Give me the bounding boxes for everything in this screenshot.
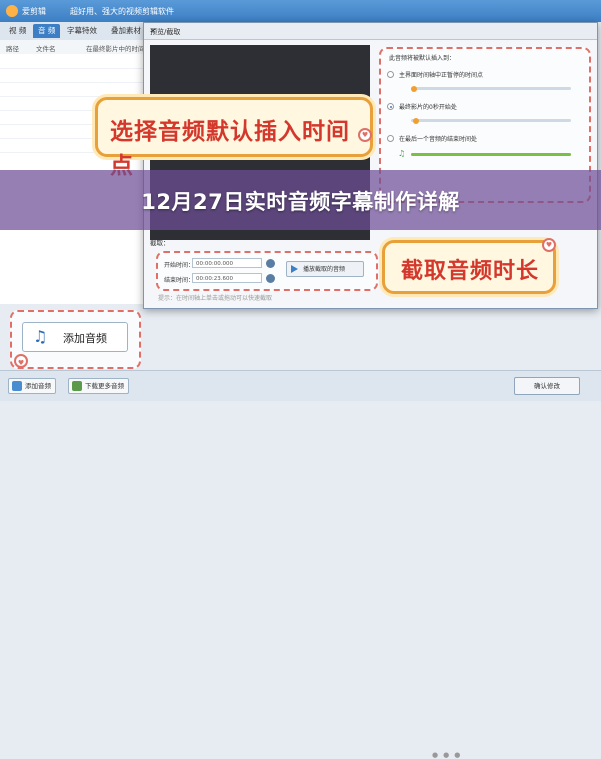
option-after-last: 在最后一个音频的结束时间处 bbox=[399, 136, 478, 143]
tab-bar: 视 频 音 频 字幕特效 叠加素材 bbox=[0, 22, 150, 41]
clip-hint: 提示：在时间轴上单击或拖动可以快速截取 bbox=[158, 295, 273, 302]
tab-overlay[interactable]: 叠加素材 bbox=[106, 24, 146, 38]
app-name: 爱剪辑 bbox=[22, 7, 46, 16]
after-last-slider[interactable] bbox=[411, 153, 571, 156]
radio-zero-start[interactable] bbox=[387, 103, 394, 110]
music-note-icon bbox=[12, 381, 22, 391]
title-bar: 爱剪辑 超好用、强大的视频剪辑软件 bbox=[0, 0, 601, 22]
bottom-add-audio-button[interactable]: 添加音频 bbox=[8, 378, 56, 394]
end-time-label: 结束时间： bbox=[164, 277, 195, 284]
close-icon[interactable]: ✕ bbox=[150, 27, 592, 35]
zero-start-slider[interactable] bbox=[411, 117, 571, 124]
bottom-add-audio-label: 添加音频 bbox=[25, 382, 51, 390]
play-clip-button[interactable]: 播放截取的音频 bbox=[286, 261, 364, 277]
pick-time-icon[interactable] bbox=[266, 259, 275, 268]
start-time-row: 开始时间： 00:00:00.000 bbox=[164, 258, 275, 269]
start-time-label: 开始时间： bbox=[164, 262, 195, 269]
add-audio-label: 添加音频 bbox=[63, 332, 107, 345]
download-more-audio-button[interactable]: 下载更多音频 bbox=[68, 378, 129, 394]
start-time-field[interactable]: 00:00:00.000 bbox=[192, 258, 262, 268]
end-time-field[interactable]: 00:00:23.600 bbox=[192, 273, 262, 283]
dialog-title-bar: 预览/截取 ✕ bbox=[144, 23, 597, 40]
column-timeline-position: 在最终影片中的时间 bbox=[86, 45, 145, 53]
app-slogan: 超好用、强大的视频剪辑软件 bbox=[70, 7, 174, 16]
column-path: 路径 bbox=[6, 45, 19, 53]
add-audio-button[interactable]: ♫ 添加音频 bbox=[22, 322, 128, 352]
play-clip-label: 播放截取的音频 bbox=[303, 266, 346, 273]
pick-time-icon[interactable] bbox=[266, 274, 275, 283]
option-zero-start: 最终影片的0秒开始处 bbox=[399, 104, 457, 111]
slider-fill bbox=[411, 153, 571, 156]
app-logo-icon bbox=[6, 5, 18, 17]
clip-range-box: 开始时间： 00:00:00.000 结束时间： 00:00:23.600 播放… bbox=[156, 251, 378, 291]
slider-knob[interactable] bbox=[413, 117, 419, 124]
confirm-changes-button[interactable]: 确认修改 bbox=[514, 377, 580, 395]
add-audio-highlight: ♫ 添加音频 bbox=[10, 310, 141, 369]
paused-point-slider[interactable] bbox=[411, 85, 571, 92]
tab-subtitle-effects[interactable]: 字幕特效 bbox=[62, 24, 102, 38]
pager-dots: ●●● bbox=[432, 751, 466, 759]
end-time-row: 结束时间： 00:00:23.600 bbox=[164, 273, 275, 284]
column-filename: 文件名 bbox=[36, 45, 56, 53]
music-note-icon: ♫ bbox=[398, 149, 406, 158]
insert-options-title: 此音频将被默认插入到： bbox=[389, 55, 456, 62]
slider-knob[interactable] bbox=[411, 85, 417, 92]
title-banner: 12月27日实时音频字幕制作详解 bbox=[0, 170, 601, 230]
callout-marker-icon: ♥ bbox=[542, 238, 556, 252]
insert-point-callout: 选择音频默认插入时间点 bbox=[95, 97, 373, 179]
banner-title: 12月27日实时音频字幕制作详解 bbox=[141, 190, 460, 214]
clip-label: 截取： bbox=[150, 239, 170, 247]
clip-length-callout: 截取音频时长 bbox=[382, 240, 556, 294]
tab-video[interactable]: 视 频 bbox=[4, 24, 31, 38]
clip-section: 截取： 开始时间： 00:00:00.000 结束时间： 00:00:23.60… bbox=[150, 237, 378, 303]
audio-list-header: 路径 文件名 在最终影片中的时间 bbox=[0, 40, 150, 55]
download-icon bbox=[72, 381, 82, 391]
radio-paused-point[interactable] bbox=[387, 71, 394, 78]
clip-length-callout-text: 截取音频时长 bbox=[401, 259, 540, 284]
list-divider bbox=[0, 68, 150, 69]
music-note-icon: ♫ bbox=[33, 327, 48, 346]
callout-marker-icon: ♥ bbox=[358, 128, 372, 142]
tab-audio[interactable]: 音 频 bbox=[33, 24, 61, 38]
play-icon bbox=[291, 265, 298, 273]
callout-marker-icon: ♥ bbox=[14, 354, 28, 368]
download-more-audio-label: 下载更多音频 bbox=[85, 382, 124, 390]
option-paused-point: 主界面时间轴中正暂停的时间点 bbox=[399, 72, 484, 79]
list-divider bbox=[0, 82, 150, 83]
bottom-toolbar: 添加音频 下载更多音频 ●●● bbox=[0, 370, 601, 759]
radio-after-last[interactable] bbox=[387, 135, 394, 142]
